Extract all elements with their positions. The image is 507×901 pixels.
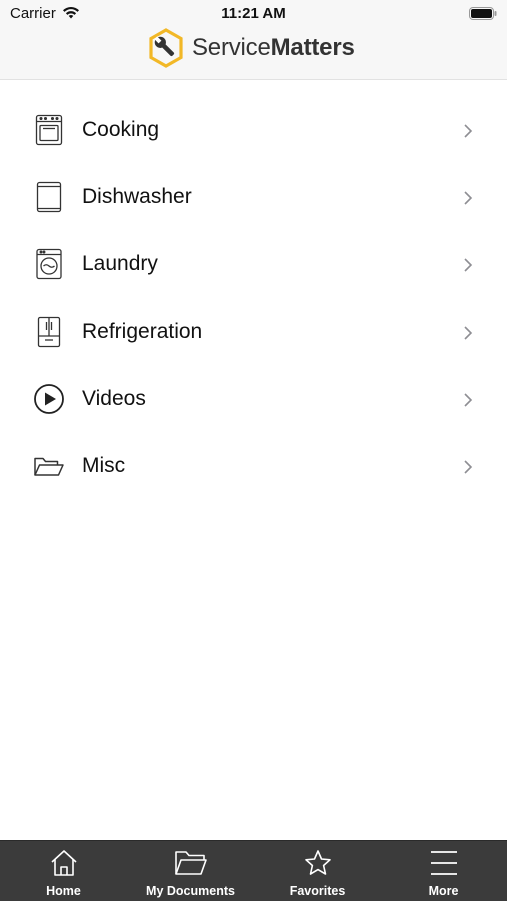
menu-item-cooking[interactable]: Cooking (0, 97, 507, 164)
play-circle-icon (33, 383, 65, 415)
menu-item-label: Misc (82, 453, 126, 477)
chevron-right-icon (463, 325, 473, 346)
menu-item-label: Laundry (82, 252, 158, 276)
battery-icon (469, 7, 497, 25)
tab-my-documents[interactable]: My Documents (127, 841, 254, 901)
washing-machine-icon (33, 248, 65, 280)
navigation-bar: ServiceMatters (0, 28, 507, 80)
menu-item-videos[interactable]: Videos (0, 366, 507, 433)
folder-icon (174, 848, 208, 883)
menu-item-misc[interactable]: Misc (0, 433, 507, 500)
menu-item-dishwasher[interactable]: Dishwasher (0, 164, 507, 231)
oven-icon (33, 114, 65, 146)
tab-label: Favorites (289, 884, 346, 898)
dishwasher-icon (33, 181, 65, 213)
category-list: Cooking Dishwasher Laundry Refrigeration… (0, 97, 507, 500)
tab-label: My Documents (146, 884, 235, 898)
status-time: 11:21 AM (221, 5, 286, 22)
menu-item-label: Refrigeration (82, 319, 203, 343)
tab-more[interactable]: More (380, 841, 507, 901)
menu-item-label: Cooking (82, 118, 160, 141)
chevron-right-icon (463, 459, 473, 480)
menu-item-label: Dishwasher (82, 185, 192, 209)
tab-label: More (428, 884, 459, 898)
chevron-right-icon (463, 190, 473, 211)
menu-item-laundry[interactable]: Laundry (0, 231, 507, 298)
chevron-right-icon (463, 257, 473, 278)
tab-bar: Home My Documents Favorites More (0, 840, 507, 901)
service-matters-logo: ServiceMatters (148, 28, 355, 68)
menu-item-refrigeration[interactable]: Refrigeration (0, 299, 507, 366)
menu-item-label: Videos (82, 386, 146, 410)
chevron-right-icon (463, 392, 473, 413)
home-icon (49, 848, 79, 883)
brand-name: ServiceMatters (192, 34, 355, 61)
wrench-hexagon-icon (148, 28, 184, 68)
chevron-right-icon (463, 123, 473, 144)
folder-open-icon (33, 450, 65, 482)
star-icon (303, 848, 333, 883)
status-bar: Carrier 11:21 AM (0, 0, 507, 28)
tab-favorites[interactable]: Favorites (254, 841, 381, 901)
refrigerator-icon (33, 316, 65, 348)
tab-home[interactable]: Home (0, 841, 127, 901)
hamburger-menu-icon (429, 848, 459, 883)
tab-label: Home (46, 884, 81, 898)
